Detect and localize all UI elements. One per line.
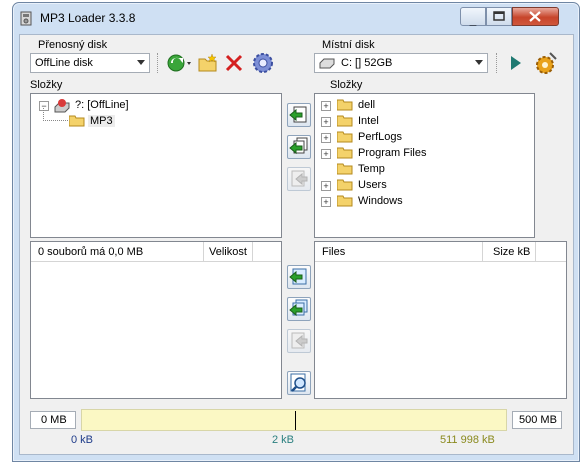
minimize-icon: _ — [469, 13, 477, 27]
toolbar-separator — [157, 53, 159, 73]
tree-item-label: Windows — [358, 195, 403, 207]
left-drive-value: OffLine disk — [35, 57, 93, 69]
right-folders-label: Složky — [330, 79, 363, 91]
right-file-list-header: Files Size kB — [315, 242, 566, 262]
drive-icon — [319, 58, 335, 69]
right-drive-label: Místní disk — [322, 39, 375, 51]
right-drive-value: C: [] 52GB — [341, 57, 393, 69]
left-folder-tree[interactable]: − ?: [OffLine] MP3 — [30, 93, 282, 238]
min-capacity-box: 0 MB — [30, 411, 76, 429]
move-button[interactable] — [287, 167, 311, 191]
tree-child-label: MP3 — [88, 115, 115, 127]
copy-files-to-device-button[interactable] — [287, 297, 311, 321]
tree-item-label: PerfLogs — [358, 131, 403, 143]
copy-all-to-device-button[interactable] — [287, 135, 311, 159]
folder-icon — [337, 179, 353, 191]
search-button[interactable] — [287, 371, 311, 395]
folder-icon — [337, 131, 353, 143]
right-file-list[interactable]: Files Size kB — [314, 241, 567, 399]
toolbar-separator — [496, 53, 498, 73]
left-size-column-header[interactable]: Velikost — [209, 246, 247, 258]
column-divider — [535, 242, 536, 261]
close-icon — [529, 11, 541, 22]
capacity-marker — [295, 411, 296, 430]
copy-file-to-device-button[interactable] — [287, 265, 311, 289]
used-space-label: 0 kB — [71, 434, 94, 446]
min-capacity-label: 0 MB — [41, 414, 67, 426]
search-icon — [290, 373, 306, 392]
chevron-down-icon — [137, 60, 145, 65]
right-folder-tree[interactable]: + dell + Intel + PerfLogs + Program Files Temp + U… — [314, 93, 535, 238]
new-folder-icon[interactable] — [197, 52, 219, 74]
copy-left-icon — [289, 106, 307, 123]
copy-file-left-icon — [289, 268, 307, 285]
right-drive-select[interactable]: C: [] 52GB — [314, 53, 488, 73]
folder-icon — [337, 195, 353, 207]
maximize-button[interactable] — [486, 7, 512, 26]
app-window: MP3 Loader 3.3.8 _ Přenosný disk OffLine… — [12, 2, 580, 462]
files-column-header[interactable]: Files — [322, 246, 345, 258]
folder-icon — [337, 99, 353, 111]
chevron-down-icon — [475, 60, 483, 65]
expand-icon[interactable]: + — [321, 101, 331, 111]
copy-all-left-icon — [289, 137, 308, 155]
expand-icon[interactable]: + — [321, 181, 331, 191]
left-drive-select[interactable]: OffLine disk — [30, 53, 150, 73]
capacity-area: 0 MB 500 MB 0 kB 2 kB 511 998 kB — [20, 404, 573, 454]
tree-line — [43, 108, 68, 121]
column-divider — [203, 242, 204, 261]
tree-item-label: Temp — [358, 163, 385, 175]
tools-icon[interactable] — [532, 51, 558, 75]
column-divider — [482, 242, 483, 261]
folder-icon — [69, 115, 85, 127]
client-area: Přenosný disk OffLine disk Místní disk C… — [19, 34, 574, 455]
expand-icon[interactable]: + — [321, 133, 331, 143]
left-folders-label: Složky — [30, 79, 63, 91]
move-file-button[interactable] — [287, 329, 311, 353]
copy-to-device-button[interactable] — [287, 103, 311, 127]
left-files-summary: 0 souborů má 0,0 MB — [38, 246, 144, 258]
title-bar[interactable]: MP3 Loader 3.3.8 _ — [13, 3, 579, 33]
capacity-bar — [81, 409, 507, 431]
delete-icon[interactable] — [223, 52, 245, 74]
expand-icon[interactable]: + — [321, 117, 331, 127]
column-divider — [252, 242, 253, 261]
max-capacity-box: 500 MB — [512, 411, 562, 429]
marker-space-label: 2 kB — [272, 434, 295, 446]
tree-item-label: Intel — [358, 115, 379, 127]
refresh-icon[interactable] — [165, 52, 193, 74]
left-file-list[interactable]: 0 souborů má 0,0 MB Velikost — [30, 241, 282, 399]
move-file-icon — [291, 332, 308, 349]
tree-item-label: Users — [358, 179, 387, 191]
play-icon[interactable] — [504, 52, 526, 74]
move-icon — [291, 170, 308, 187]
left-file-list-header: 0 souborů má 0,0 MB Velikost — [31, 242, 281, 262]
folder-icon — [337, 147, 353, 159]
left-drive-label: Přenosný disk — [38, 39, 108, 51]
expand-icon[interactable]: + — [321, 197, 331, 207]
folder-icon — [337, 115, 353, 127]
max-capacity-label: 500 MB — [519, 414, 557, 426]
maximize-icon — [493, 11, 505, 21]
window-title: MP3 Loader 3.3.8 — [40, 11, 136, 25]
tree-item-label: dell — [358, 99, 376, 111]
app-icon — [20, 11, 32, 26]
folder-icon — [337, 163, 353, 175]
free-space-label: 511 998 kB — [440, 434, 495, 446]
settings-icon[interactable] — [251, 51, 275, 75]
right-size-column-header[interactable]: Size kB — [493, 246, 530, 258]
close-button[interactable] — [512, 7, 559, 26]
minimize-button[interactable]: _ — [460, 7, 486, 27]
tree-root-label: ?: [OffLine] — [75, 99, 129, 111]
expand-icon[interactable]: + — [321, 149, 331, 159]
copy-files-left-icon — [289, 299, 308, 317]
tree-item-label: Program Files — [358, 147, 427, 159]
